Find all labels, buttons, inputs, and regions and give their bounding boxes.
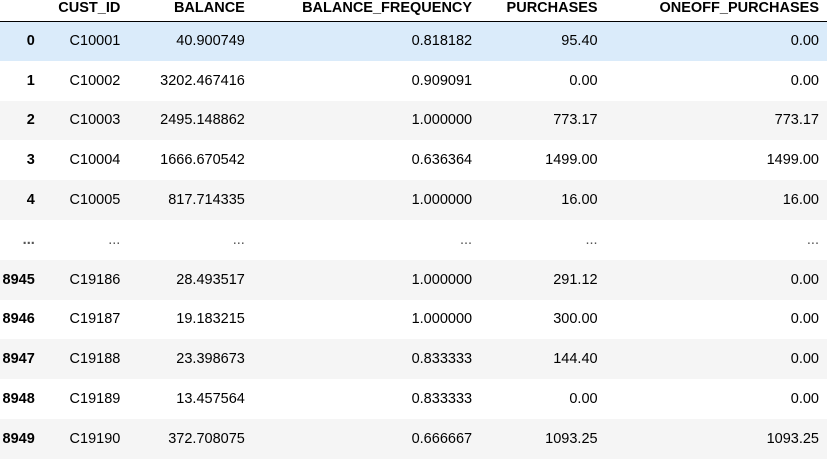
row-index: 1 <box>26 72 35 89</box>
row-index: 8946 <box>2 311 35 328</box>
cell-purchases: ... <box>585 231 598 248</box>
row-index: 0 <box>26 33 35 50</box>
cell-cust-id: ... <box>108 231 121 248</box>
cell-balance: 817.714335 <box>168 192 245 209</box>
cell-balance-frequency: 1.000000 <box>411 192 473 209</box>
cell-purchases: 300.00 <box>553 311 598 328</box>
table-row[interactable]: 8945 C19186 28.493517 1.000000 291.12 0.00 <box>0 259 827 300</box>
cell-balance-frequency: 0.666667 <box>411 430 473 447</box>
row-index: 8947 <box>2 351 35 368</box>
row-index: ... <box>22 231 35 248</box>
table-body: 0 C10001 40.900749 0.818182 95.40 0.00 1 C10002… <box>0 21 827 459</box>
table-row[interactable]: 8949 C19190 372.708075 0.666667 1093.25 1093.… <box>0 418 827 459</box>
cell-balance: 40.900749 <box>176 33 245 50</box>
cell-oneoff-purchases: 0.00 <box>790 311 819 328</box>
cell-balance: 19.183215 <box>176 311 245 328</box>
header-balance-frequency: BALANCE_FREQUENCY <box>252 0 481 22</box>
cell-balance: 2495.148862 <box>160 112 245 129</box>
row-index: 4 <box>26 192 35 209</box>
row-index: 3 <box>26 152 35 169</box>
cell-cust-id: C19186 <box>69 271 121 288</box>
cell-oneoff-purchases: 1499.00 <box>766 152 819 169</box>
cell-cust-id: C19190 <box>69 430 121 447</box>
cell-purchases: 95.40 <box>561 33 598 50</box>
cell-cust-id: C10003 <box>69 112 121 129</box>
table-row[interactable]: 8947 C19188 23.398673 0.833333 144.40 0.00 <box>0 339 827 380</box>
cell-oneoff-purchases: 0.00 <box>790 33 819 50</box>
cell-balance-frequency: ... <box>459 231 473 248</box>
cell-purchases: 1499.00 <box>545 152 598 169</box>
cell-balance-frequency: 0.636364 <box>411 152 473 169</box>
table-row[interactable]: 3 C10004 1666.670542 0.636364 1499.00 1499.00 <box>0 140 827 181</box>
cell-oneoff-purchases: 0.00 <box>790 271 819 288</box>
cell-cust-id: C10004 <box>69 152 121 169</box>
cell-cust-id: C19187 <box>69 311 121 328</box>
cell-purchases: 144.40 <box>553 351 598 368</box>
cell-oneoff-purchases: 0.00 <box>790 351 819 368</box>
cell-balance: 13.457564 <box>176 391 245 408</box>
row-index: 2 <box>26 112 35 129</box>
cell-cust-id: C19188 <box>69 351 121 368</box>
cell-balance: 1666.670542 <box>160 152 245 169</box>
cell-oneoff-purchases: 0.00 <box>790 72 819 89</box>
cell-purchases: 0.00 <box>569 72 598 89</box>
cell-purchases: 16.00 <box>561 192 598 209</box>
table-row[interactable]: 1 C10002 3202.467416 0.909091 0.00 0.00 <box>0 60 827 101</box>
cell-purchases: 1093.25 <box>545 430 598 447</box>
cell-purchases: 291.12 <box>553 271 598 288</box>
cell-oneoff-purchases: 16.00 <box>782 192 819 209</box>
table-row[interactable]: 8948 C19189 13.457564 0.833333 0.00 0.00 <box>0 379 827 419</box>
cell-balance-frequency: 0.833333 <box>411 391 473 408</box>
table-header: CUST_ID BALANCE BALANCE_FREQUENCY PURCHA… <box>0 0 827 22</box>
cell-balance: 23.398673 <box>176 351 245 368</box>
cell-oneoff-purchases: 1093.25 <box>766 430 819 447</box>
cell-balance: 372.708075 <box>168 430 245 447</box>
cell-balance-frequency: 1.000000 <box>411 311 473 328</box>
table-row[interactable]: .................. <box>0 219 827 260</box>
header-balance: BALANCE <box>128 0 253 22</box>
header-oneoff-purchases: ONEOFF_PURCHASES <box>605 0 827 22</box>
header-purchases: PURCHASES <box>480 0 606 22</box>
table-row[interactable]: 2 C10003 2495.148862 1.000000 773.17 773.17 <box>0 100 827 141</box>
cell-cust-id: C10005 <box>69 192 121 209</box>
table-row[interactable]: 8946 C19187 19.183215 1.000000 300.00 0.00 <box>0 299 827 340</box>
cell-cust-id: C10002 <box>69 72 121 89</box>
cell-cust-id: C10001 <box>69 33 121 50</box>
cell-purchases: 0.00 <box>569 391 598 408</box>
cell-oneoff-purchases: 773.17 <box>774 112 819 129</box>
cell-balance-frequency: 0.833333 <box>411 351 473 368</box>
cell-oneoff-purchases: 0.00 <box>790 391 819 408</box>
cell-cust-id: C19189 <box>69 391 121 408</box>
row-index: 8949 <box>2 430 35 447</box>
cell-balance-frequency: 1.000000 <box>411 112 473 129</box>
dataframe-table: CUST_ID BALANCE BALANCE_FREQUENCY PURCHA… <box>0 0 827 459</box>
row-index: 8948 <box>2 391 35 408</box>
cell-balance-frequency: 1.000000 <box>411 271 473 288</box>
cell-balance: ... <box>232 231 245 248</box>
dataframe-viewport: CUST_ID BALANCE BALANCE_FREQUENCY PURCHA… <box>0 0 839 471</box>
cell-oneoff-purchases: ... <box>806 231 819 248</box>
table-row[interactable]: 0 C10001 40.900749 0.818182 95.40 0.00 <box>0 21 827 61</box>
cell-purchases: 773.17 <box>553 112 598 129</box>
header-cust-id: CUST_ID <box>42 0 129 22</box>
cell-balance-frequency: 0.909091 <box>411 72 473 89</box>
cell-balance-frequency: 0.818182 <box>411 33 473 50</box>
table-row[interactable]: 4 C10005 817.714335 1.000000 16.00 16.00 <box>0 180 827 220</box>
row-index: 8945 <box>2 271 35 288</box>
cell-balance: 3202.467416 <box>160 72 245 89</box>
header-row: CUST_ID BALANCE BALANCE_FREQUENCY PURCHA… <box>0 0 827 22</box>
header-index <box>0 0 43 22</box>
cell-balance: 28.493517 <box>176 271 245 288</box>
